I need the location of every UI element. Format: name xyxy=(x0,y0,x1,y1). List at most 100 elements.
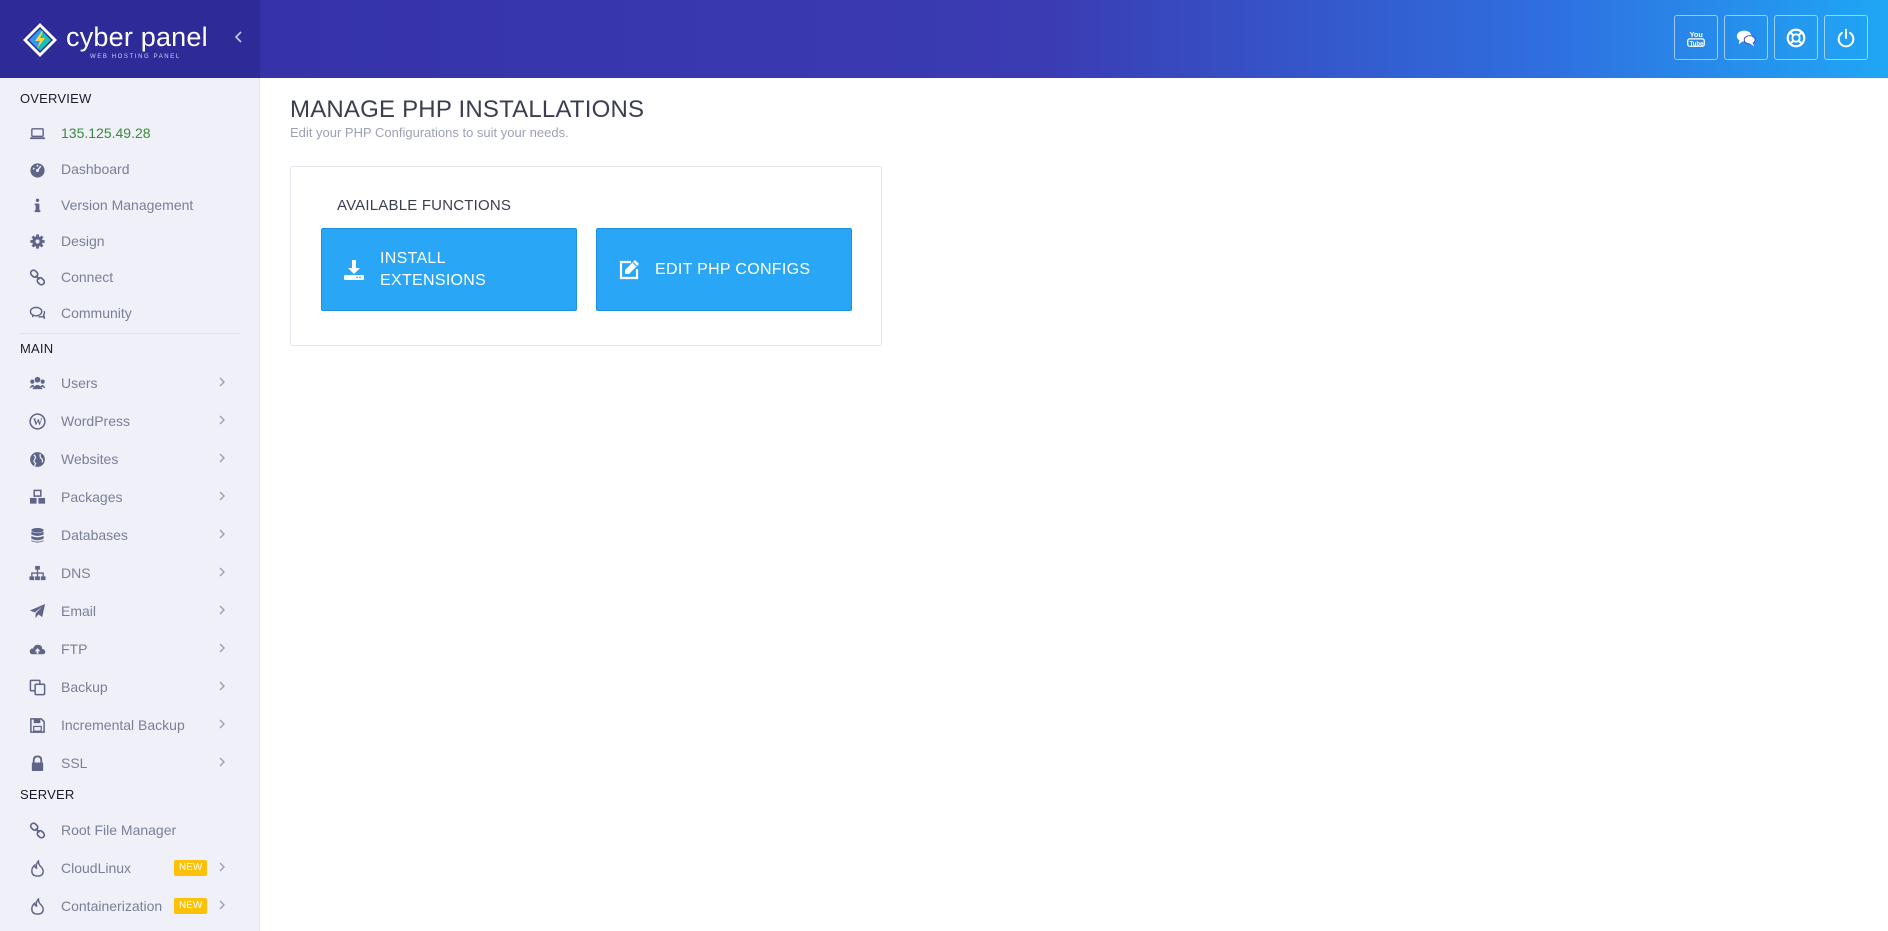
sidebar-item-email[interactable]: Email xyxy=(28,596,232,626)
lifebuoy-icon xyxy=(1786,28,1806,47)
chat-button[interactable] xyxy=(1724,15,1768,60)
functions-panel: AVAILABLE FUNCTIONS INSTALL EXTENSIONS E… xyxy=(290,166,882,346)
sidebar-item-label: Backup xyxy=(61,679,108,695)
sidebar-item-label: Email xyxy=(61,603,97,619)
sidebar-item-label: Version Management xyxy=(61,197,194,213)
top-header: cyber panel WEB HOSTING PANEL You Tube xyxy=(0,0,1888,78)
sidebar-item-label: Users xyxy=(61,375,98,391)
wordpress-icon: W xyxy=(28,412,46,430)
page-title: MANAGE PHP INSTALLATIONS xyxy=(290,96,645,123)
sidebar-item-connect[interactable]: Connect xyxy=(28,262,232,292)
sidebar-item-label: FTP xyxy=(61,641,88,657)
sidebar-item-dns[interactable]: DNS xyxy=(28,558,232,588)
chevron-right-icon xyxy=(219,605,225,615)
sidebar-item-label: DNS xyxy=(61,565,91,581)
sidebar-item-version-management[interactable]: Version Management xyxy=(28,190,232,220)
chevron-right-icon xyxy=(219,900,225,910)
sidebar-item-label: Incremental Backup xyxy=(61,717,185,733)
sidebar-item-label: Containerization xyxy=(61,898,163,914)
sidebar-item-label: Websites xyxy=(61,451,119,467)
sidebar-item-label: Design xyxy=(61,233,105,249)
sidebar-item-design[interactable]: Design xyxy=(28,226,232,256)
svg-text:W: W xyxy=(33,417,43,427)
sidebar-item-dashboard[interactable]: Dashboard xyxy=(28,154,232,184)
sidebar-item-incremental-backup[interactable]: Incremental Backup xyxy=(28,710,232,740)
users-icon xyxy=(28,374,46,392)
chevron-right-icon xyxy=(219,567,225,577)
chat-icon xyxy=(1736,30,1756,46)
section-title-overview: OVERVIEW xyxy=(20,91,92,106)
new-badge: NEW xyxy=(174,898,208,914)
brand-tagline: WEB HOSTING PANEL xyxy=(90,54,181,60)
sidebar: OVERVIEW 135.125.49.28 Dashboard Version… xyxy=(0,78,260,931)
sidebar-divider xyxy=(20,333,240,334)
sidebar-item-ftp[interactable]: FTP xyxy=(28,634,232,664)
info-icon xyxy=(28,196,46,214)
save-icon xyxy=(28,716,46,734)
sidebar-item-label: Root File Manager xyxy=(61,822,177,838)
sidebar-item-users[interactable]: Users xyxy=(28,368,232,398)
fire-icon xyxy=(28,859,46,877)
sidebar-item-websites[interactable]: Websites xyxy=(28,444,232,474)
edit-php-configs-label: EDIT PHP CONFIGS xyxy=(655,260,811,278)
chevron-right-icon xyxy=(219,643,225,653)
svg-text:Tube: Tube xyxy=(1690,41,1704,47)
section-title-server: SERVER xyxy=(20,787,75,802)
logout-button[interactable] xyxy=(1824,15,1868,60)
sidebar-item-containerization[interactable]: Containerization NEW xyxy=(28,891,232,921)
install-extensions-label: INSTALL EXTENSIONS xyxy=(380,249,487,289)
link-icon xyxy=(28,821,46,839)
sidebar-item-wordpress[interactable]: W WordPress xyxy=(28,406,232,436)
sidebar-item-root-file-manager[interactable]: Root File Manager xyxy=(28,815,232,845)
sidebar-collapse-button[interactable] xyxy=(232,30,246,48)
cyberpanel-logo-icon xyxy=(23,23,57,57)
comments-icon xyxy=(28,304,46,322)
sidebar-item-label: Packages xyxy=(61,489,123,505)
section-title-main: MAIN xyxy=(20,341,54,356)
dashboard-icon xyxy=(28,160,46,178)
support-button[interactable] xyxy=(1774,15,1818,60)
sidebar-item-label: WordPress xyxy=(61,413,130,429)
sidebar-item-backup[interactable]: Backup xyxy=(28,672,232,702)
sidebar-item-label: Community xyxy=(61,305,132,321)
chevron-right-icon xyxy=(219,453,225,463)
sidebar-item-label: CloudLinux xyxy=(61,860,132,876)
new-badge: NEW xyxy=(174,860,208,876)
sidebar-item-label: SSL xyxy=(61,755,88,771)
svg-text:You: You xyxy=(1690,30,1703,39)
cloud-upload-icon xyxy=(28,640,46,658)
laptop-icon xyxy=(28,124,46,142)
chevron-right-icon xyxy=(219,491,225,501)
paper-plane-icon xyxy=(28,602,46,620)
sidebar-item-community[interactable]: Community xyxy=(28,298,232,328)
chevron-right-icon xyxy=(219,415,225,425)
sidebar-item-label: Databases xyxy=(61,527,128,543)
sidebar-item-label: 135.125.49.28 xyxy=(61,125,151,141)
chevron-right-icon xyxy=(219,719,225,729)
page-subtitle: Edit your PHP Configurations to suit you… xyxy=(290,125,569,140)
gear-icon xyxy=(28,232,46,250)
copy-icon xyxy=(28,678,46,696)
power-icon xyxy=(1837,28,1855,47)
chevron-left-icon xyxy=(234,31,242,43)
edit-php-configs-button[interactable]: EDIT PHP CONFIGS xyxy=(596,228,852,311)
chevron-right-icon xyxy=(219,757,225,767)
header-actions: You Tube xyxy=(1674,15,1868,60)
sidebar-item-cloudlinux[interactable]: CloudLinux NEW xyxy=(28,853,232,883)
sidebar-item-databases[interactable]: Databases xyxy=(28,520,232,550)
chevron-right-icon xyxy=(219,377,225,387)
sidebar-item-ssl[interactable]: SSL xyxy=(28,748,232,778)
edit-icon xyxy=(619,259,639,279)
link-icon xyxy=(28,268,46,286)
cubes-icon xyxy=(28,488,46,506)
sidebar-item-label: Dashboard xyxy=(61,161,130,177)
chevron-right-icon xyxy=(219,529,225,539)
chevron-right-icon xyxy=(219,862,225,872)
sidebar-item-ip[interactable]: 135.125.49.28 xyxy=(28,118,232,148)
youtube-button[interactable]: You Tube xyxy=(1674,15,1718,60)
install-extensions-button[interactable]: INSTALL EXTENSIONS xyxy=(321,228,577,311)
database-icon xyxy=(28,526,46,544)
sidebar-item-packages[interactable]: Packages xyxy=(28,482,232,512)
chevron-right-icon xyxy=(219,681,225,691)
youtube-icon: You Tube xyxy=(1687,30,1705,47)
